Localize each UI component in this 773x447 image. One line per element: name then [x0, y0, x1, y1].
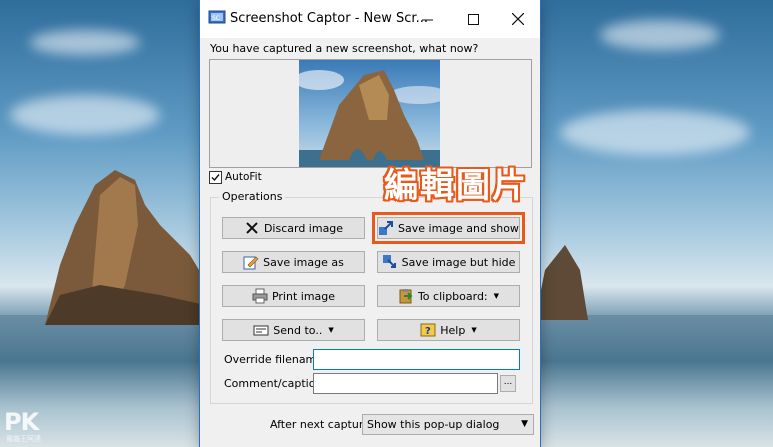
discard-image-button[interactable]: Discard image	[222, 217, 365, 239]
title-bar[interactable]: SC Screenshot Captor - New Scr...	[200, 0, 540, 38]
comment-caption-input[interactable]	[313, 373, 498, 394]
chevron-down-icon: ▼	[521, 419, 528, 429]
checkmark-icon	[211, 173, 220, 181]
save-image-but-hide-button[interactable]: Save image but hide	[377, 251, 520, 273]
window-title: Screenshot Captor - New Scr...	[230, 11, 428, 26]
svg-text:SC: SC	[212, 15, 220, 22]
comment-caption-label: Comment/caption:	[224, 377, 327, 390]
cloud	[30, 30, 140, 55]
close-icon	[512, 13, 524, 25]
help-icon: ?	[420, 323, 436, 337]
help-button[interactable]: ? Help ▼	[377, 319, 520, 341]
watermark-brand: PK	[4, 408, 39, 436]
clipboard-icon	[399, 289, 413, 304]
override-filename-input[interactable]	[313, 349, 520, 370]
screenshot-preview[interactable]	[209, 59, 532, 168]
help-label: Help	[440, 323, 466, 337]
discard-image-label: Discard image	[263, 221, 344, 235]
dropdown-arrow-icon: ▼	[471, 326, 477, 334]
to-clipboard-label: To clipboard:	[417, 289, 488, 303]
operations-title: Operations	[219, 190, 286, 203]
autofit-checkbox[interactable]: AutoFit	[209, 170, 262, 184]
after-next-capture-label: After next capture:	[270, 418, 374, 431]
dialog-prompt: You have captured a new screenshot, what…	[210, 42, 479, 55]
screenshot-captor-icon: SC	[208, 10, 226, 24]
save-image-and-show-button[interactable]: Save image and show	[372, 212, 525, 244]
dropdown-arrow-icon: ▼	[493, 292, 500, 300]
discard-x-icon	[246, 222, 258, 234]
after-next-capture-value: Show this pop-up dialog	[367, 418, 500, 431]
preview-image	[299, 60, 440, 167]
save-hide-icon	[382, 255, 396, 268]
watermark: PK 電腦王阿達	[4, 408, 62, 444]
cloud	[10, 95, 160, 135]
print-image-button[interactable]: Print image	[222, 285, 365, 307]
send-to-icon	[253, 325, 269, 336]
minimize-button[interactable]	[404, 0, 450, 38]
rock-formation	[45, 170, 210, 325]
edit-pencil-icon	[243, 256, 259, 270]
maximize-icon	[467, 13, 479, 25]
autofit-check[interactable]	[209, 170, 222, 184]
autofit-label: AutoFit	[225, 171, 262, 183]
maximize-button[interactable]	[450, 0, 496, 38]
comment-more-button[interactable]: ...	[500, 375, 516, 392]
save-image-and-show-label: Save image and show	[398, 221, 519, 235]
svg-text:?: ?	[425, 326, 431, 337]
cloud	[600, 20, 720, 50]
minimize-icon	[421, 19, 433, 20]
cloud	[560, 110, 750, 155]
save-show-icon	[379, 221, 394, 235]
save-image-as-button[interactable]: Save image as	[222, 251, 365, 273]
to-clipboard-button[interactable]: To clipboard: ▼	[377, 285, 520, 307]
override-filename-label: Override filename:	[224, 353, 327, 366]
printer-icon	[252, 288, 268, 304]
save-image-but-hide-label: Save image but hide	[401, 255, 516, 269]
after-next-capture-select[interactable]: Show this pop-up dialog ▼	[362, 414, 534, 435]
close-button[interactable]	[495, 0, 541, 38]
save-image-as-label: Save image as	[263, 255, 344, 269]
print-image-label: Print image	[271, 289, 336, 303]
watermark-subtitle: 電腦王阿達	[6, 435, 41, 443]
screenshot-captor-dialog: SC Screenshot Captor - New Scr... You ha…	[200, 0, 540, 447]
send-to-button[interactable]: Send to.. ▼	[222, 319, 365, 341]
send-to-label: Send to..	[273, 323, 323, 337]
overlay-annotation-label: 編輯圖片	[384, 166, 528, 206]
dropdown-arrow-icon: ▼	[328, 326, 334, 334]
